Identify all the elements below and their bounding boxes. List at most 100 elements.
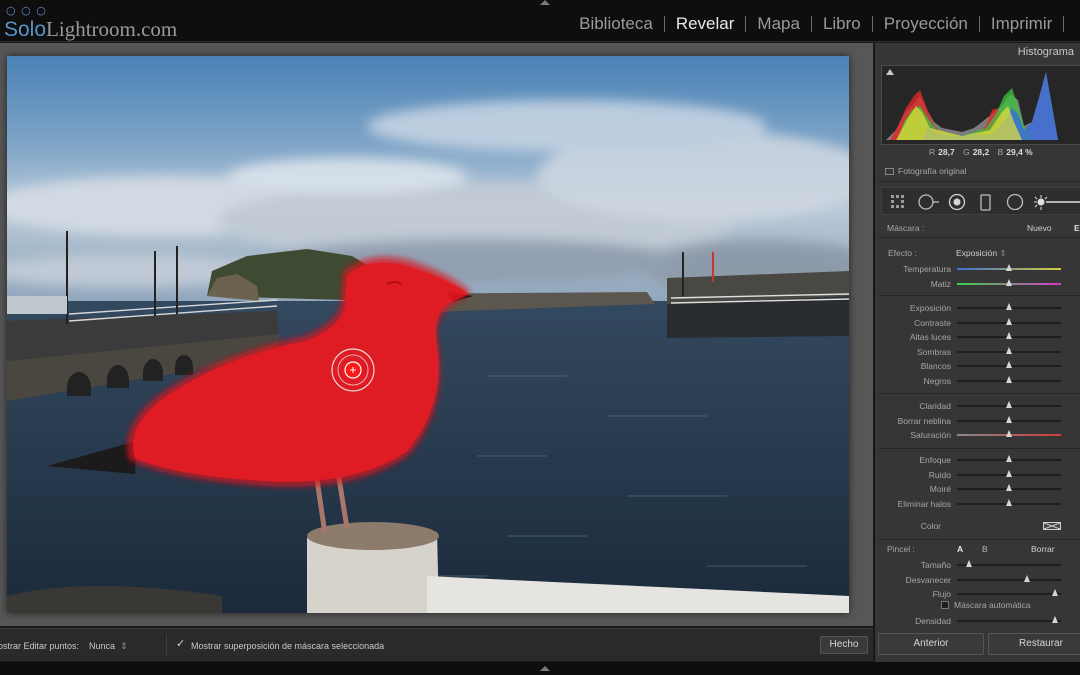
slider-track[interactable] <box>957 620 1061 622</box>
slider-label: Eliminar halos <box>897 498 951 509</box>
mask-new-button[interactable]: Nuevo <box>1027 223 1052 233</box>
slider-label: Saturación <box>910 430 951 441</box>
module-more[interactable] <box>1064 14 1080 34</box>
slider-matiz[interactable]: Matiz <box>875 277 1080 291</box>
overlay-checkbox-label[interactable]: Mostrar superposición de máscara selecci… <box>191 641 384 651</box>
collapse-filmstrip-arrow[interactable] <box>540 666 550 671</box>
slider-enfoque[interactable]: Enfoque <box>875 453 1080 467</box>
logo-sparkle-icon: ○ ○ ○ <box>6 4 47 17</box>
slider-label: Sombras <box>916 346 951 357</box>
slider-thumb[interactable] <box>1005 303 1012 310</box>
slider-thumb[interactable] <box>1052 616 1059 623</box>
slider-ruido[interactable]: Ruido <box>875 468 1080 482</box>
slider-label: Ruido <box>928 469 951 480</box>
panel-divider <box>879 393 1080 394</box>
graduated-filter-icon[interactable] <box>979 194 993 212</box>
done-button[interactable]: Hecho <box>820 636 868 654</box>
slider-borrar-neblina[interactable]: Borrar neblina <box>875 414 1080 428</box>
module-libro[interactable]: Libro <box>812 14 872 34</box>
slider-moiré[interactable]: Moiré <box>875 482 1080 496</box>
slider-desvanecer[interactable]: Desvanecer <box>875 573 1080 587</box>
red-eye-icon[interactable] <box>948 194 966 212</box>
image-canvas[interactable] <box>0 43 873 626</box>
slider-label: Altas luces <box>909 332 951 343</box>
slider-exposición[interactable]: Exposición <box>875 301 1080 315</box>
slider-thumb[interactable] <box>1005 455 1012 462</box>
slider-saturación[interactable]: Saturación <box>875 428 1080 442</box>
auto-mask-checkbox[interactable]: Máscara automática <box>941 600 1031 610</box>
crop-overlay-icon[interactable] <box>890 194 906 210</box>
overlay-checkbox[interactable]: ✓ <box>176 639 187 650</box>
collapse-top-panel-arrow[interactable] <box>540 0 550 5</box>
slider-thumb[interactable] <box>1005 278 1012 286</box>
slider-thumb[interactable] <box>1005 430 1012 438</box>
brush-b-button[interactable]: B <box>982 544 988 554</box>
radial-filter-icon[interactable] <box>1006 194 1024 212</box>
brush-a-button[interactable]: A <box>957 544 963 554</box>
show-edit-pins-label: ostrar Editar puntos: <box>0 641 80 651</box>
module-imprimir[interactable]: Imprimir <box>980 14 1063 34</box>
adjustment-brush-icon[interactable] <box>1032 194 1080 212</box>
slider-negros[interactable]: Negros <box>875 374 1080 388</box>
slider-thumb[interactable] <box>1005 376 1012 383</box>
brush-erase-button[interactable]: Borrar <box>1031 544 1055 554</box>
slider-thumb[interactable] <box>1052 589 1059 597</box>
slider-label: Enfoque <box>919 455 951 465</box>
mask-edit-button[interactable]: E <box>1074 223 1080 233</box>
slider-thumb[interactable] <box>1005 415 1012 423</box>
slider-thumb[interactable] <box>1005 346 1012 354</box>
slider-label: Flujo <box>932 589 951 600</box>
photo-preview[interactable] <box>7 56 849 613</box>
reset-button[interactable]: Restaurar <box>988 633 1080 655</box>
slider-densidad[interactable]: Densidad <box>875 614 1080 628</box>
slider-track[interactable] <box>957 593 1061 596</box>
slider-sombras[interactable]: Sombras <box>875 345 1080 359</box>
logo-text: SoloLightroom.com <box>4 17 178 41</box>
slider-track[interactable] <box>957 564 1061 566</box>
histogram-title[interactable]: Histograma <box>1018 46 1074 58</box>
slider-label: Borrar neblina <box>897 415 951 426</box>
histogram[interactable] <box>881 65 1080 145</box>
module-mapa[interactable]: Mapa <box>746 14 811 34</box>
slider-label: Temperatura <box>903 264 951 274</box>
module-biblioteca[interactable]: Biblioteca <box>568 14 664 34</box>
brush-label: Pincel : <box>887 544 915 554</box>
slider-thumb[interactable] <box>1005 469 1012 477</box>
slider-label: Negros <box>923 376 951 386</box>
module-proyeccion[interactable]: Proyección <box>873 14 979 34</box>
develop-right-panel: Histograma R 28,7 G 28,2 B 29,4 % Fotografí… <box>874 43 1080 662</box>
original-photo-toggle[interactable]: Fotografía original <box>885 166 967 176</box>
slider-thumb[interactable] <box>1005 401 1012 408</box>
mask-label: Máscara : <box>887 223 925 233</box>
spot-removal-icon[interactable] <box>918 194 940 210</box>
slider-claridad[interactable]: Claridad <box>875 399 1080 413</box>
original-photo-icon <box>885 168 894 175</box>
slider-thumb[interactable] <box>1024 574 1031 582</box>
module-revelar[interactable]: Revelar <box>665 14 746 34</box>
slider-thumb[interactable] <box>1005 361 1012 369</box>
slider-contraste[interactable]: Contraste <box>875 316 1080 330</box>
slider-thumb[interactable] <box>1005 317 1012 325</box>
slider-label: Desvanecer <box>905 574 951 585</box>
slider-altas-luces[interactable]: Altas luces <box>875 330 1080 344</box>
slider-thumb[interactable] <box>1005 332 1012 340</box>
slider-eliminar-halos[interactable]: Eliminar halos <box>875 497 1080 511</box>
slider-blancos[interactable]: Blancos <box>875 359 1080 373</box>
slider-thumb[interactable] <box>1005 264 1012 271</box>
module-bar: ○ ○ ○ SoloLightroom.com Biblioteca Revel… <box>0 0 1080 42</box>
select-arrows-icon[interactable]: ⇕ <box>120 641 128 652</box>
color-swatch[interactable] <box>1043 522 1061 530</box>
slider-temperatura[interactable]: Temperatura <box>875 262 1080 276</box>
slider-tamaño[interactable]: Tamaño <box>875 558 1080 572</box>
slider-thumb[interactable] <box>1005 498 1012 506</box>
effect-preset-select[interactable]: Exposición ⇕ <box>956 248 1007 259</box>
slider-thumb[interactable] <box>1005 484 1012 491</box>
auto-mask-box[interactable] <box>941 601 949 609</box>
previous-button[interactable]: Anterior <box>878 633 984 655</box>
slider-thumb[interactable] <box>965 560 972 567</box>
slider-track[interactable] <box>957 578 1061 581</box>
color-row: Color <box>875 519 1080 533</box>
color-label: Color <box>920 521 941 531</box>
show-edit-pins-select[interactable]: Nunca <box>89 641 115 651</box>
filmstrip-toolbar: ostrar Editar puntos: Nunca ⇕ ✓ Mostrar … <box>0 628 873 661</box>
